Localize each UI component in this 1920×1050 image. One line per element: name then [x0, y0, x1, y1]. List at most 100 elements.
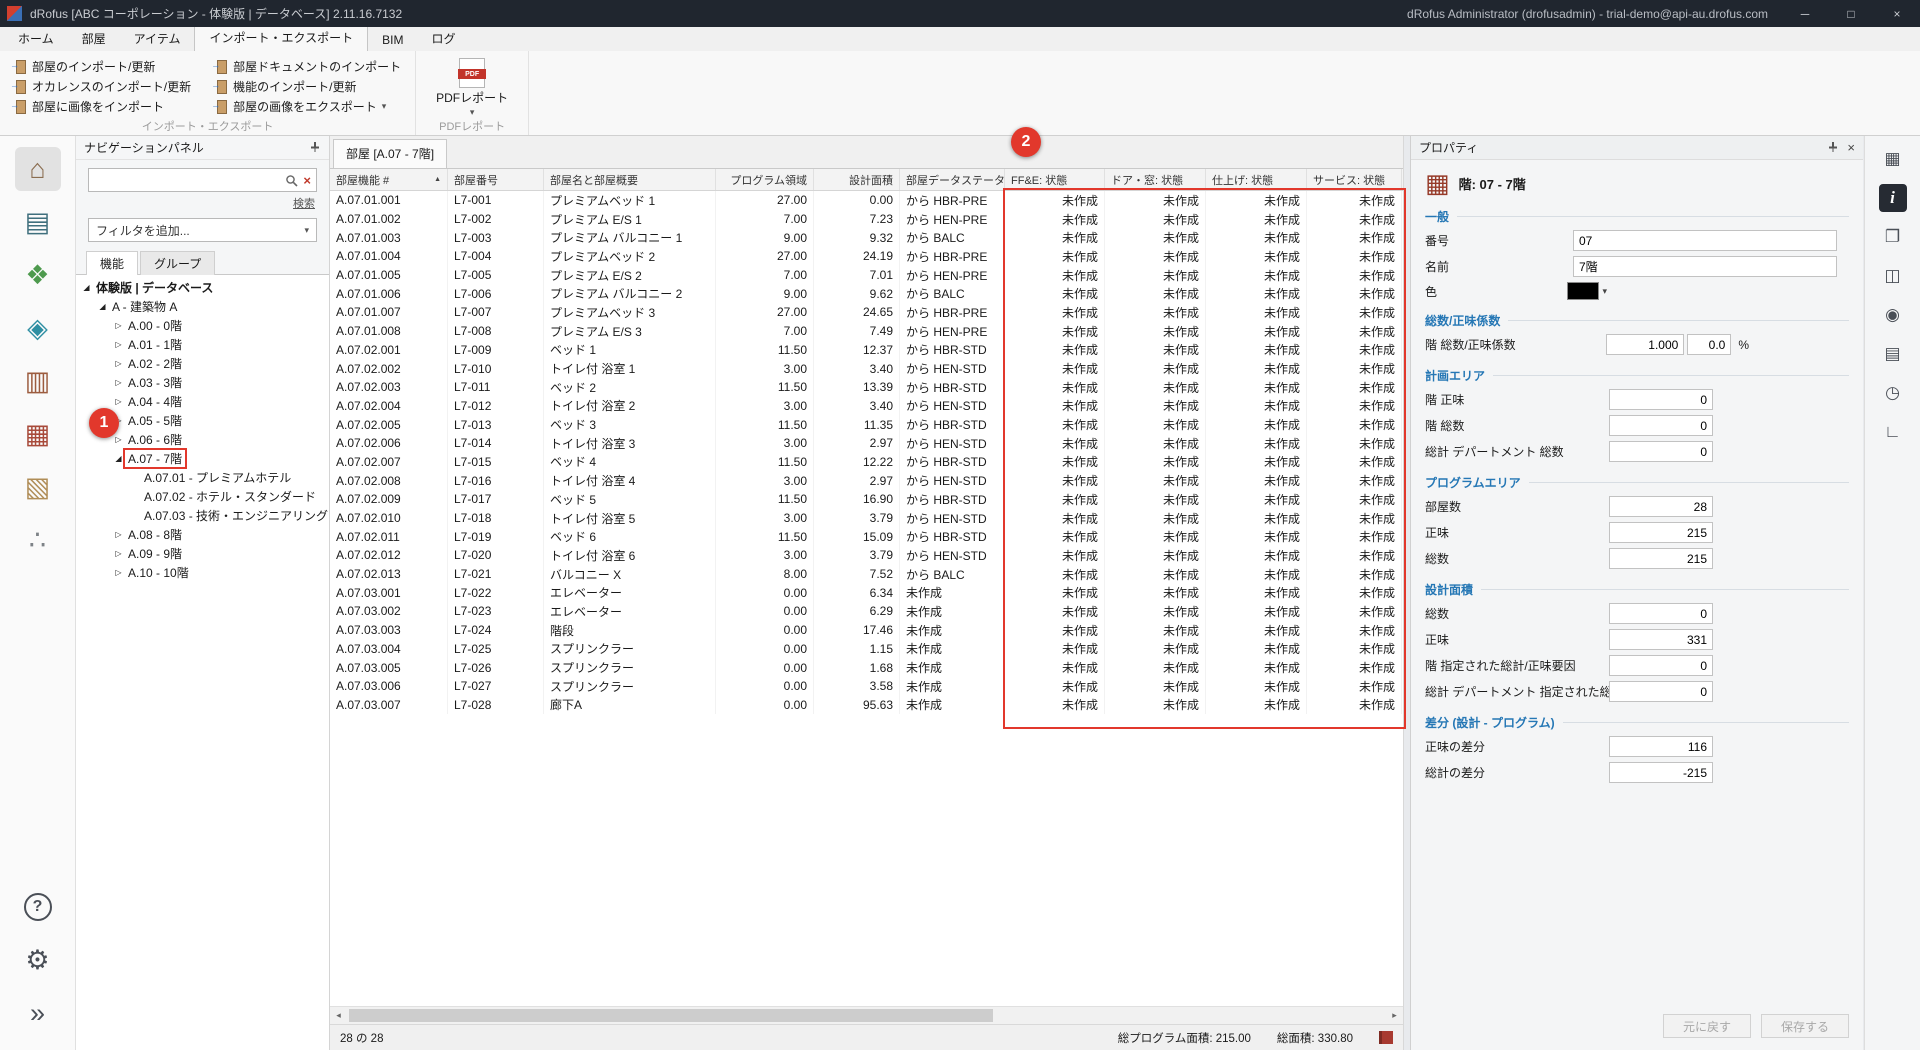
tree-item[interactable]: ▷A.08 - 8階 [76, 525, 329, 544]
room-list-tab[interactable]: 部屋 [A.07 - 7階] [333, 139, 447, 168]
property-input[interactable] [1609, 415, 1713, 436]
table-row[interactable]: A.07.01.004L7-004プレミアムベッド 227.0024.19から … [330, 247, 1403, 266]
tree-item[interactable]: ◢A - 建築物 A [76, 297, 329, 316]
column-header[interactable]: ドア・窓: 状態 [1105, 169, 1206, 190]
table-row[interactable]: A.07.01.003L7-003プレミアム バルコニー 19.009.32から… [330, 228, 1403, 247]
table-row[interactable]: A.07.03.006L7-027スプリンクラー0.003.58未作成未作成未作… [330, 677, 1403, 696]
column-header[interactable]: FF&E: 状態 [1005, 169, 1105, 190]
menu-tab[interactable]: インポート・エクスポート [194, 24, 368, 51]
documents-icon[interactable]: ▧ [15, 465, 61, 509]
tree-item[interactable]: ▷A.03 - 3階 [76, 373, 329, 392]
table-row[interactable]: A.07.01.007L7-007プレミアムベッド 327.0024.65から … [330, 303, 1403, 322]
nav-tab[interactable]: 機能 [86, 251, 138, 275]
expander-expanded-icon[interactable]: ◢ [96, 302, 109, 311]
models-icon[interactable]: ◈ [15, 306, 61, 350]
property-input[interactable] [1609, 603, 1713, 624]
ribbon-button[interactable]: 部屋のインポート/更新 [8, 56, 195, 76]
column-header[interactable]: プログラム領域 [716, 169, 814, 190]
property-input[interactable] [1609, 548, 1713, 569]
ribbon-button[interactable]: 部屋の画像をエクスポート▾ [209, 96, 405, 116]
info-panel-icon[interactable]: i [1879, 184, 1907, 212]
close-button[interactable]: × [1874, 0, 1920, 27]
settings-gear-icon[interactable]: ⚙ [15, 938, 61, 982]
table-row[interactable]: A.07.02.013L7-021バルコニー X8.007.52から BALC未… [330, 565, 1403, 584]
property-input[interactable] [1609, 441, 1713, 462]
pin-icon[interactable] [1827, 141, 1839, 153]
column-header[interactable]: サービス: 状態 [1307, 169, 1402, 190]
ribbon-button[interactable]: 部屋ドキュメントのインポート [209, 56, 405, 76]
property-input[interactable] [1687, 334, 1731, 355]
menu-tab[interactable]: ホーム [4, 26, 68, 51]
search-link[interactable]: 検索 [293, 198, 315, 210]
horizontal-scrollbar[interactable]: ◂ ▸ [330, 1006, 1403, 1024]
document-panel-icon[interactable]: ▤ [1879, 340, 1907, 368]
table-row[interactable]: A.07.02.007L7-015ベッド 411.5012.22から HBR-S… [330, 453, 1403, 472]
pdf-report-button[interactable]: PDF PDFレポート ▾ [430, 56, 514, 120]
history-panel-icon[interactable]: ◷ [1879, 379, 1907, 407]
table-row[interactable]: A.07.03.002L7-023エレベーター0.006.29未作成未作成未作成… [330, 602, 1403, 621]
property-input[interactable] [1573, 230, 1837, 251]
search-input[interactable] [94, 172, 285, 188]
tree-item[interactable]: ◢体験版 | データベース [76, 278, 329, 297]
table-row[interactable]: A.07.01.005L7-005プレミアム E/S 27.007.01から H… [330, 266, 1403, 285]
tree-item[interactable]: ▷A.01 - 1階 [76, 335, 329, 354]
table-row[interactable]: A.07.02.009L7-017ベッド 511.5016.90から HBR-S… [330, 490, 1403, 509]
property-input[interactable] [1609, 389, 1713, 410]
column-header[interactable]: 設計面積 [814, 169, 900, 190]
tree-item[interactable]: ▷A.02 - 2階 [76, 354, 329, 373]
table-row[interactable]: A.07.02.011L7-019ベッド 611.5015.09から HBR-S… [330, 527, 1403, 546]
tree-item[interactable]: ▷A.09 - 9階 [76, 544, 329, 563]
expander-collapsed-icon[interactable]: ▷ [112, 359, 125, 368]
expand-panel-icon[interactable]: » [15, 991, 61, 1035]
search-icon[interactable] [285, 174, 298, 187]
checklist-icon[interactable]: ▥ [15, 359, 61, 403]
property-input[interactable] [1609, 736, 1713, 757]
table-row[interactable]: A.07.01.008L7-008プレミアム E/S 37.007.49から H… [330, 322, 1403, 341]
column-header[interactable]: 部屋名と部屋概要 [544, 169, 716, 190]
tree-item[interactable]: A.07.02 - ホテル・スタンダード [76, 487, 329, 506]
column-header[interactable]: 部屋機能 #▲ [330, 169, 448, 190]
property-input[interactable] [1609, 522, 1713, 543]
copy-panel-icon[interactable]: ❐ [1879, 223, 1907, 251]
property-input[interactable] [1609, 681, 1713, 702]
ribbon-button[interactable]: オカレンスのインポート/更新 [8, 76, 195, 96]
rooms-icon[interactable]: ▤ [15, 200, 61, 244]
ribbon-button[interactable]: 機能のインポート/更新 [209, 76, 405, 96]
expander-collapsed-icon[interactable]: ▷ [112, 321, 125, 330]
items-icon[interactable]: ❖ [15, 253, 61, 297]
table-row[interactable]: A.07.03.001L7-022エレベーター0.006.34未作成未作成未作成… [330, 583, 1403, 602]
home-icon[interactable]: ⌂ [15, 147, 61, 191]
property-input[interactable] [1609, 655, 1713, 676]
table-row[interactable]: A.07.01.002L7-002プレミアム E/S 17.007.23から H… [330, 210, 1403, 229]
pin-icon[interactable] [309, 141, 321, 153]
property-input[interactable] [1609, 762, 1713, 783]
help-icon[interactable]: ? [15, 885, 61, 929]
property-input[interactable] [1573, 256, 1837, 277]
scroll-left-icon[interactable]: ◂ [330, 1010, 347, 1021]
expander-collapsed-icon[interactable]: ▷ [112, 530, 125, 539]
menu-tab[interactable]: BIM [368, 29, 417, 51]
expander-collapsed-icon[interactable]: ▷ [112, 568, 125, 577]
table-row[interactable]: A.07.02.012L7-020トイレ付 浴室 63.003.79から HEN… [330, 546, 1403, 565]
table-row[interactable]: A.07.02.002L7-010トイレ付 浴室 13.003.40から HEN… [330, 359, 1403, 378]
table-row[interactable]: A.07.02.008L7-016トイレ付 浴室 43.002.97から HEN… [330, 471, 1403, 490]
save-button[interactable]: 保存する [1761, 1014, 1849, 1038]
camera-panel-icon[interactable]: ◉ [1879, 301, 1907, 329]
tree-item[interactable]: ▷A.04 - 4階 [76, 392, 329, 411]
menu-tab[interactable]: ログ [417, 26, 469, 51]
tree-item[interactable]: ▷A.00 - 0階 [76, 316, 329, 335]
table-row[interactable]: A.07.02.006L7-014トイレ付 浴室 33.002.97から HEN… [330, 434, 1403, 453]
maximize-button[interactable]: □ [1828, 0, 1874, 27]
expander-expanded-icon[interactable]: ◢ [112, 454, 125, 463]
scrollbar-track[interactable] [347, 1007, 1386, 1024]
table-row[interactable]: A.07.02.005L7-013ベッド 311.5011.35から HBR-S… [330, 415, 1403, 434]
tree-item[interactable]: ◢A.07 - 7階 [76, 449, 329, 468]
menu-tab[interactable]: 部屋 [68, 26, 120, 51]
minimize-button[interactable]: ─ [1782, 0, 1828, 27]
property-input[interactable] [1609, 629, 1713, 650]
model-panel-icon[interactable]: ◫ [1879, 262, 1907, 290]
tree-item[interactable]: A.07.03 - 技術・エンジニアリング [76, 506, 329, 525]
scrollbar-thumb[interactable] [349, 1009, 993, 1022]
tree-item[interactable]: A.07.01 - プレミアムホテル [76, 468, 329, 487]
expander-collapsed-icon[interactable]: ▷ [112, 435, 125, 444]
